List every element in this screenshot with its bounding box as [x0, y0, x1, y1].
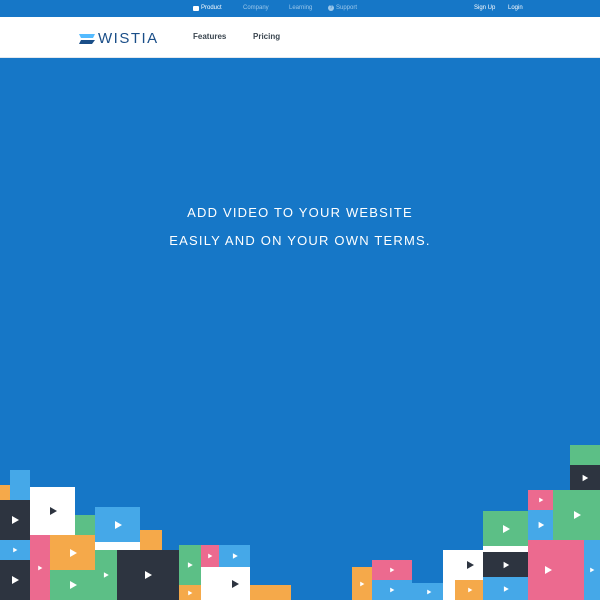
play-icon [145, 571, 152, 579]
video-tile [455, 580, 485, 600]
video-tile [10, 470, 30, 500]
video-tile [372, 580, 412, 600]
topbar-product-label: Product [201, 5, 222, 11]
video-tile [219, 567, 250, 600]
video-tile [0, 560, 30, 600]
play-icon [582, 474, 589, 481]
video-tile [0, 500, 30, 540]
video-tile [30, 487, 75, 535]
play-icon [38, 565, 43, 570]
video-tile [528, 540, 568, 600]
play-icon [231, 579, 239, 588]
video-tile [117, 550, 179, 600]
video-tile [201, 567, 219, 600]
video-tile [455, 550, 485, 580]
signup-link[interactable]: Sign Up [474, 5, 495, 11]
play-icon [114, 520, 122, 529]
play-icon [12, 576, 19, 584]
logo-text: WISTIA [98, 30, 159, 47]
video-tile [528, 510, 553, 540]
video-tile [352, 567, 372, 600]
nav-pricing[interactable]: Pricing [253, 32, 280, 41]
main-navbar: WISTIA Features Pricing [0, 17, 600, 58]
play-icon [467, 561, 474, 569]
wistia-logo-icon [79, 33, 95, 44]
play-icon [468, 587, 473, 593]
topbar-support-label: Support [336, 5, 358, 11]
top-utility-bar: Product Company Learning ? Support Sign … [0, 0, 600, 17]
play-icon [426, 589, 431, 594]
play-icon [390, 567, 395, 573]
topbar-company-link[interactable]: Company [243, 5, 269, 11]
play-icon [69, 548, 77, 557]
play-icon [503, 585, 509, 592]
play-icon [545, 566, 552, 574]
login-label: Login [508, 5, 523, 11]
hero-line-2: EASILY AND ON YOUR OWN TERMS. [169, 233, 431, 248]
hero-line-1: ADD VIDEO TO YOUR WEBSITE [187, 205, 413, 220]
video-tile [140, 530, 162, 550]
video-tile [201, 545, 219, 567]
nav-features[interactable]: Features [193, 32, 226, 41]
topbar-support-link[interactable]: ? Support [328, 5, 357, 11]
login-link[interactable]: Login [508, 5, 523, 11]
video-tiles-illustration [0, 0, 600, 600]
video-tile [412, 583, 445, 600]
play-icon [503, 561, 509, 568]
topbar-company-label: Company [243, 5, 269, 11]
play-icon [360, 581, 365, 586]
video-tile [570, 465, 600, 490]
video-tile [95, 507, 140, 542]
video-tile [553, 490, 600, 540]
video-tile [0, 485, 10, 505]
play-icon [13, 547, 18, 553]
video-tile [250, 585, 291, 600]
play-icon [208, 553, 213, 559]
play-icon [187, 562, 193, 568]
play-icon [538, 521, 544, 529]
video-tile [0, 540, 30, 560]
topbar-product-link[interactable]: Product [193, 5, 222, 11]
signup-label: Sign Up [474, 5, 496, 11]
play-icon [103, 572, 109, 578]
chat-icon [193, 5, 199, 11]
play-icon [232, 553, 238, 559]
video-tile [95, 542, 140, 550]
video-tile [483, 511, 528, 546]
play-icon [12, 516, 19, 524]
video-tile [219, 545, 250, 567]
play-icon [573, 511, 581, 519]
play-icon [590, 567, 595, 573]
play-icon [69, 581, 77, 589]
play-icon [538, 497, 543, 503]
wistia-logo[interactable]: WISTIA [79, 30, 159, 47]
hero-heading: ADD VIDEO TO YOUR WEBSITE EASILY AND ON … [0, 199, 600, 255]
video-tile [443, 550, 455, 600]
video-tile [528, 490, 553, 510]
video-tile [584, 540, 600, 600]
video-tile [372, 560, 412, 580]
play-icon [502, 524, 510, 533]
video-tile [30, 535, 50, 600]
play-icon [188, 590, 193, 595]
video-tile [568, 540, 584, 600]
video-tile [50, 535, 95, 570]
play-icon [390, 587, 395, 593]
video-tile [179, 585, 201, 600]
topbar-learning-link[interactable]: Learning [289, 5, 312, 11]
video-tile [95, 550, 117, 600]
video-tile [50, 570, 95, 600]
topbar-learning-label: Learning [289, 5, 313, 11]
video-tile [483, 552, 528, 577]
video-tile [483, 577, 528, 600]
play-icon [49, 507, 57, 515]
video-tile [570, 445, 600, 465]
video-tile [75, 515, 95, 535]
video-tile [483, 546, 528, 552]
video-tile [179, 545, 201, 585]
question-icon: ? [328, 5, 334, 11]
